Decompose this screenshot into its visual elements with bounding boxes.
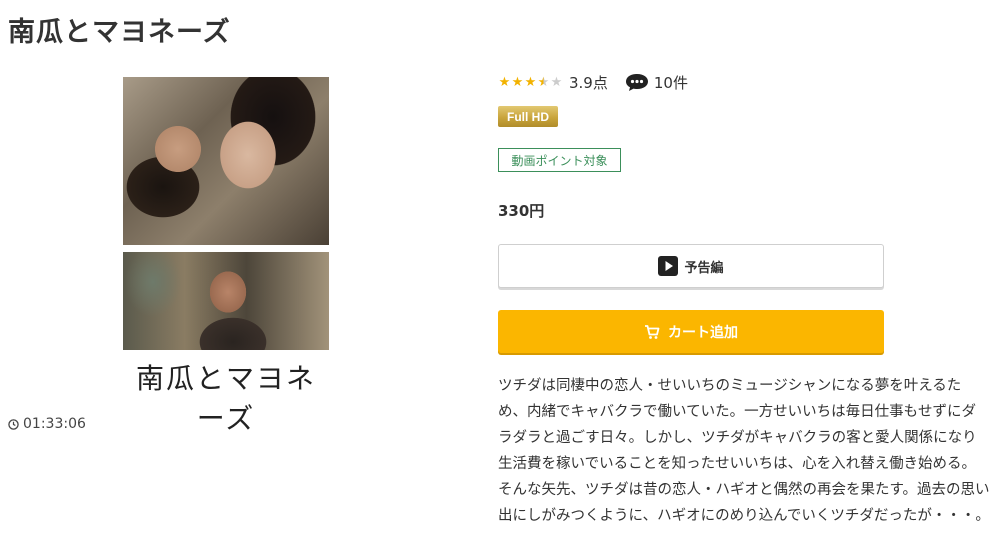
- star-icon: ★: [524, 74, 537, 90]
- poster-photo-bottom: [123, 252, 329, 350]
- star-empty-icon: ★: [550, 74, 563, 90]
- price: 330円: [498, 202, 545, 220]
- poster-image[interactable]: 南瓜とマヨネーズ: [123, 77, 329, 435]
- comment-icon[interactable]: [624, 72, 650, 92]
- cart-icon: [645, 324, 660, 339]
- star-half-icon: ★: [537, 74, 550, 90]
- poster-photo-top: [123, 77, 329, 245]
- page-title: 南瓜とマヨネーズ: [8, 17, 231, 48]
- add-to-cart-label: カート追加: [668, 324, 738, 341]
- duration-text: 01:33:06: [23, 416, 86, 432]
- review-count[interactable]: 10件: [654, 72, 688, 93]
- synopsis: ツチダは同棲中の恋人・せいいちのミュージシャンになる夢を叶えるため、内緒でキャバ…: [498, 378, 990, 524]
- rating: ★ ★ ★ ★ ★ 3.9点 10件: [498, 71, 688, 93]
- point-badge: 動画ポイント対象: [498, 148, 621, 172]
- clock-icon: [8, 418, 19, 430]
- rating-score: 3.9点: [569, 73, 608, 92]
- duration: 01:33:06: [8, 416, 86, 432]
- trailer-button[interactable]: 予告編: [498, 244, 884, 288]
- star-icon: ★: [511, 74, 524, 90]
- fullhd-badge: Full HD: [498, 106, 558, 127]
- play-icon: [658, 256, 679, 276]
- add-to-cart-button[interactable]: カート追加: [498, 310, 884, 353]
- star-icon: ★: [498, 74, 511, 90]
- star-rating: ★ ★ ★ ★ ★: [498, 75, 563, 90]
- trailer-button-label: 予告編: [684, 260, 724, 276]
- poster-title: 南瓜とマヨネーズ: [135, 362, 316, 435]
